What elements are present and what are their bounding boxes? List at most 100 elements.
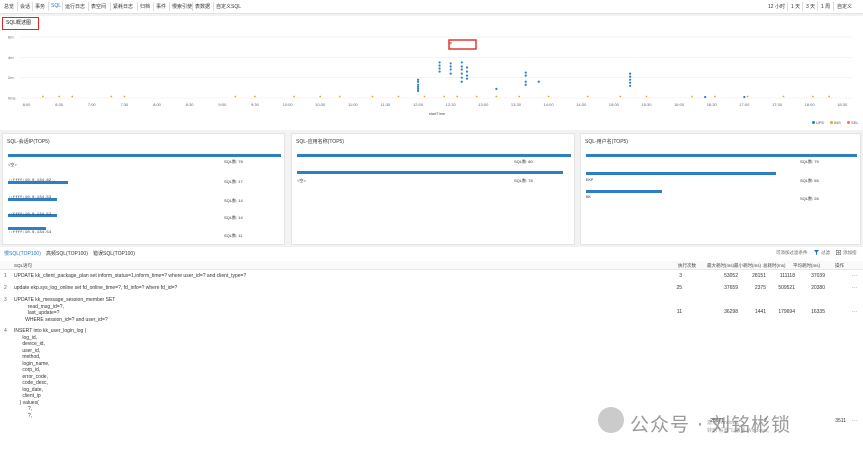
time-range-option[interactable]: 12 小时 xyxy=(768,3,785,10)
data-point-upd xyxy=(416,87,420,90)
row-actions-button[interactable]: ··· xyxy=(852,285,857,291)
column-header[interactable]: 最大耗时(ms) xyxy=(707,263,734,269)
filter-hint: 可添加过滤条件 xyxy=(776,250,808,255)
data-point-upd xyxy=(416,78,420,81)
nav-tab[interactable]: 事务 xyxy=(35,3,45,10)
sql-statement[interactable]: UPDATE kk_message_session_member SET rea… xyxy=(14,297,115,323)
sql-subtab[interactable]: 慢SQL(TOP100) xyxy=(4,250,41,257)
nav-tab[interactable]: 表数据 xyxy=(195,3,210,10)
nav-tab[interactable]: 归档 xyxy=(140,3,150,10)
nav-divider xyxy=(17,2,18,11)
bar-count: SQL数: 55 xyxy=(800,178,819,183)
filter-button[interactable]: 过滤 xyxy=(821,250,830,256)
exec-count: 11 xyxy=(676,309,682,315)
bar[interactable] xyxy=(8,154,281,157)
add-column-icon[interactable] xyxy=(836,250,841,255)
data-point-ins xyxy=(443,95,446,98)
column-header[interactable]: 操作 xyxy=(835,263,844,269)
row-actions-button[interactable]: ··· xyxy=(852,309,857,315)
nav-tab[interactable]: 表空间 xyxy=(91,3,106,10)
data-point-sel xyxy=(449,42,452,45)
nav-tab[interactable]: 事件 xyxy=(156,3,166,10)
column-header[interactable]: 最小耗时(ms) xyxy=(734,263,761,269)
legend-label: INS xyxy=(834,120,841,125)
nav-divider xyxy=(110,2,111,11)
x-tick-label: 17:30 xyxy=(772,102,783,107)
row-actions-button[interactable]: ··· xyxy=(852,273,857,279)
nav-tab[interactable]: 运行日志 xyxy=(65,3,85,10)
bar-count: SQL数: 11 xyxy=(224,233,243,238)
sql-statement[interactable]: update ekp.sys_log_online set fd_online_… xyxy=(14,285,177,292)
nav-divider xyxy=(787,2,788,11)
bar-count: SQL数: 78 xyxy=(514,178,533,183)
column-header[interactable]: SQL语句 xyxy=(14,263,32,269)
row-actions-button[interactable]: ··· xyxy=(852,418,857,424)
row-index: 4 xyxy=(4,328,7,334)
legend-item[interactable]: UPD xyxy=(812,120,824,125)
sql-subtab[interactable]: 高频SQL(TOP100) xyxy=(46,250,88,257)
nav-tab[interactable]: 紧耗日志 xyxy=(113,3,133,10)
x-tick-label: 16:30 xyxy=(707,102,718,107)
time-range-option[interactable]: 3 天 xyxy=(806,3,815,10)
bar[interactable] xyxy=(586,154,857,157)
bar-label: ::ffff:10.0.134.62 xyxy=(8,179,52,183)
bar[interactable] xyxy=(297,154,571,157)
data-point-ins xyxy=(811,95,814,98)
sql-statement[interactable]: INSERT into kk_user_login_log ( log_id, … xyxy=(14,328,86,419)
data-point-ins xyxy=(58,95,61,98)
bar-label: ::ffff:10.0.134.54 xyxy=(8,231,52,235)
sql-statement[interactable]: UPDATE kk_client_package_plan set inform… xyxy=(14,273,246,280)
bar-count: SQL数: 80 xyxy=(514,159,533,164)
data-point-ins xyxy=(110,95,113,98)
nav-divider xyxy=(833,2,834,11)
legend-dot xyxy=(830,121,833,125)
y-tick-label: 0ms xyxy=(8,96,16,101)
legend-item[interactable]: INS xyxy=(830,120,841,125)
time-range-option[interactable]: 自定义 xyxy=(837,3,852,10)
bar-label: EKP xyxy=(586,179,594,183)
min-time: 2375 xyxy=(754,285,766,291)
time-range-option[interactable]: 1 周 xyxy=(821,3,830,10)
sql-subtab[interactable]: 错误SQL(TOP100) xyxy=(93,250,135,257)
data-point-upd xyxy=(743,95,746,99)
nav-tab[interactable]: SQL xyxy=(51,3,61,9)
add-metric-button[interactable]: 添加指 xyxy=(843,250,857,256)
legend-label: SEL xyxy=(851,120,859,125)
bar[interactable] xyxy=(586,172,776,175)
nav-tab[interactable]: 会话 xyxy=(20,3,30,10)
data-point-ins xyxy=(586,95,589,98)
nav-divider xyxy=(153,2,154,11)
min-time: 1441 xyxy=(754,309,766,315)
column-header[interactable]: 平均耗时(ms) xyxy=(793,263,820,269)
bar[interactable] xyxy=(586,190,662,193)
data-point-upd xyxy=(416,80,420,83)
filter-icon[interactable] xyxy=(814,250,819,255)
bar-label: ::ffff:10.0.134.52 xyxy=(8,213,52,217)
data-point-ins xyxy=(456,95,459,98)
x-tick-label: 7:00 xyxy=(88,102,97,107)
legend-label: UPD xyxy=(816,120,825,125)
nav-divider xyxy=(137,2,138,11)
column-header[interactable]: 执行次数 xyxy=(678,263,696,269)
bar-count: SQL数: 78 xyxy=(224,159,243,164)
x-tick-label: 8:30 xyxy=(55,102,64,107)
card-title: SQL-应用名称(TOP5) xyxy=(296,139,344,145)
data-point-ins xyxy=(475,95,478,98)
data-point-upd xyxy=(537,80,540,83)
time-range-option[interactable]: 1 天 xyxy=(791,3,800,10)
bar[interactable] xyxy=(297,171,563,174)
column-header[interactable]: 总耗时(ms) xyxy=(763,263,786,269)
nav-tab[interactable]: 总览 xyxy=(4,3,14,10)
data-point-ins xyxy=(645,95,648,98)
nav-divider xyxy=(192,2,193,11)
bar[interactable] xyxy=(8,227,47,230)
x-tick-label: 12:00 xyxy=(413,102,424,107)
data-point-upd xyxy=(629,72,632,75)
nav-tab[interactable]: 自定义SQL xyxy=(216,3,241,10)
data-point-ins xyxy=(254,95,256,98)
data-point-upd xyxy=(460,68,463,71)
nav-tab[interactable]: 慢索引使 xyxy=(172,3,192,10)
legend-item[interactable]: SEL xyxy=(847,120,859,125)
min-time: 28151 xyxy=(752,273,766,279)
legend-dot xyxy=(812,121,815,125)
